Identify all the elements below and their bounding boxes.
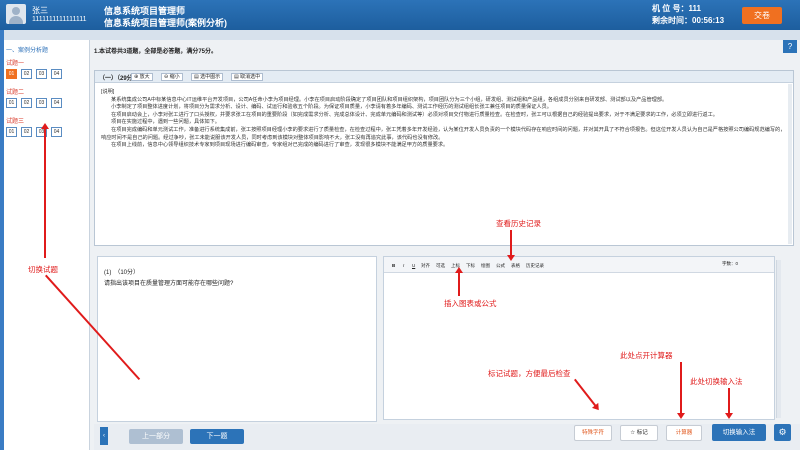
top-bar: 张三 1111111111111111 信息系统项目管理师 信息系统项目管理师(… — [0, 0, 800, 30]
question-button[interactable]: 01 — [6, 69, 17, 79]
history-button[interactable]: 历史记录 — [526, 263, 544, 269]
case-description: [说明] 某系统集成公司A中标某信息中心IT运维平台开发项目，公司A任命小李为项… — [101, 89, 787, 150]
arrow-up-icon — [455, 267, 463, 296]
underline-button[interactable]: U — [412, 263, 415, 268]
align-button[interactable]: 对齐 — [421, 263, 430, 269]
case-paragraph: 在项目完成编码和单元测试工作，准备进行系统集成前，张工按照项目经理小李的要求进行… — [101, 126, 786, 141]
question-button[interactable]: 01 — [6, 127, 17, 137]
arrow-down-icon — [725, 388, 733, 419]
prev-section-button[interactable]: 上一部分 — [129, 429, 183, 444]
gear-icon[interactable]: ⚙ — [774, 424, 791, 441]
zoom-in-button[interactable]: ⊕ 放大 — [131, 73, 153, 81]
case-panel: （一）（29分） ⊕ 放大 ⊖ 缩小 ▤ 选中图示 ▤ 取消选中 [说明] 某系… — [94, 70, 794, 246]
answer-panel[interactable]: B I U 对齐 可选 上标 下标 绘图 公式 表格 历史记录 字数：0 — [383, 256, 775, 420]
annotation-mark: 标记试题，方便最后检查 — [488, 369, 571, 378]
question-button[interactable]: 02 — [21, 98, 32, 108]
collapse-sidebar-button[interactable]: ‹ — [100, 427, 108, 445]
remaining-time: 剩余时间：00:56:13 — [652, 16, 725, 25]
case-paragraph: 在项目上线前，信息中心领导组织技术专家到项目现场进行编码审查，专家组对已完成的编… — [111, 142, 449, 149]
subscript-button[interactable]: 下标 — [466, 263, 475, 269]
italic-button[interactable]: I — [403, 263, 404, 268]
question-group-label: 试题一 — [6, 61, 25, 67]
question-text: 请指出该项目在质量管理方面可能存在哪些问题? — [104, 281, 234, 287]
special-chars-button[interactable]: 特殊字符 — [574, 425, 612, 441]
case-toolbar: （一）（29分） ⊕ 放大 ⊖ 缩小 ▤ 选中图示 ▤ 取消选中 — [95, 71, 793, 83]
answer-toolbar: B I U 对齐 可选 上标 下标 绘图 公式 表格 历史记录 字数：0 — [384, 257, 774, 273]
question-button[interactable]: 02 — [21, 69, 32, 79]
question-group-label: 试题三 — [6, 119, 25, 125]
bold-button[interactable]: B — [392, 263, 395, 268]
next-question-button[interactable]: 下一题 — [190, 429, 244, 444]
arrow-down-icon — [507, 230, 515, 261]
annotation-insert-chart: 插入图表或公式 — [444, 299, 497, 308]
sub-header-bar — [0, 30, 800, 40]
question-button[interactable]: 02 — [21, 127, 32, 137]
calculator-button[interactable]: 计算器 — [666, 425, 702, 441]
question-button[interactable]: 03 — [36, 69, 47, 79]
question-button[interactable]: 04 — [51, 69, 62, 79]
answer-scrollbar[interactable] — [776, 260, 781, 418]
switch-ime-button[interactable]: 切换输入法 — [712, 424, 766, 441]
avatar — [6, 4, 26, 24]
user-name: 张三 — [32, 6, 48, 15]
deselect-figure-button[interactable]: ▤ 取消选中 — [231, 73, 264, 81]
section-heading[interactable]: 一、案例分析题 — [6, 45, 48, 54]
exam-subtitle: 信息系统项目管理师(案例分析) — [104, 18, 227, 28]
exam-instructions: 1.本试卷共3道题，全部是必答题，满分75分。 — [94, 49, 218, 55]
annotation-ime: 此处切换输入法 — [690, 377, 743, 386]
case-paragraph: 项目在实施过程中，遇到一些问题，具体如下。 — [111, 119, 220, 126]
annotation-history: 查看历史记录 — [496, 219, 541, 228]
word-count: 字数：0 — [722, 261, 739, 266]
question-group-label: 试题二 — [6, 90, 25, 96]
case-scrollbar[interactable] — [788, 84, 792, 244]
optional-button[interactable]: 可选 — [436, 263, 445, 269]
arrow-up-icon — [41, 123, 49, 258]
help-button[interactable]: ? — [783, 40, 797, 53]
mark-button[interactable]: ☆ 标记 — [620, 425, 658, 441]
question-button[interactable]: 04 — [51, 98, 62, 108]
question-button[interactable]: 01 — [6, 98, 17, 108]
case-heading: [说明] — [101, 89, 115, 95]
question-panel: (1) （10分） 请指出该项目在质量管理方面可能存在哪些问题? — [97, 256, 377, 422]
user-id: 1111111111111111 — [32, 16, 87, 23]
question-button[interactable]: 04 — [51, 127, 62, 137]
case-paragraph: 小李制定了项目整体进度计划，将项目分为需求分析、设计、编码、试运行和验收五个阶段… — [111, 104, 552, 111]
formula-button[interactable]: 公式 — [496, 263, 505, 269]
annotation-calculator: 此处点开计算器 — [620, 351, 673, 360]
table-button[interactable]: 表格 — [511, 263, 520, 269]
zoom-out-button[interactable]: ⊖ 缩小 — [161, 73, 183, 81]
question-button[interactable]: 03 — [36, 98, 47, 108]
seat-number: 机 位 号：111 — [652, 4, 701, 13]
draw-button[interactable]: 绘图 — [481, 263, 490, 269]
annotation-switch-question: 切换试题 — [28, 265, 58, 274]
arrow-down-icon — [677, 362, 685, 419]
question-number: (1) （10分） — [104, 270, 140, 276]
select-figure-button[interactable]: ▤ 选中图示 — [191, 73, 224, 81]
submit-button[interactable]: 交卷 — [742, 7, 782, 24]
